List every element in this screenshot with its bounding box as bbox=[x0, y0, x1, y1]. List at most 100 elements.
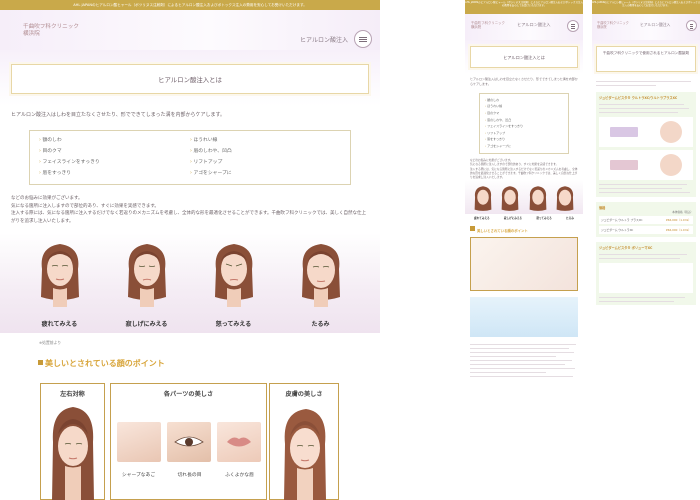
text-line bbox=[596, 85, 656, 86]
text-line bbox=[596, 81, 691, 82]
tired-face-illustration bbox=[40, 244, 79, 308]
mobile2-header-link[interactable]: ヒアルロン酸注入 bbox=[640, 22, 670, 28]
header-link-hyaluronic[interactable]: ヒアルロン酸注入 bbox=[300, 35, 348, 44]
face-photo bbox=[660, 121, 682, 144]
text-line bbox=[599, 258, 680, 260]
page: AHL JAPANのヒアルロン酸ヒャール（ボツリヌス注射剤）によるヒアルロン酸注… bbox=[0, 0, 700, 500]
text-line bbox=[599, 184, 688, 186]
mobile1-notice: AHL JAPANのヒアルロン酸ヒャール（ボツリヌス注射剤）によるヒアルロン酸注… bbox=[465, 0, 583, 14]
text-line bbox=[599, 112, 678, 114]
text-line bbox=[599, 192, 691, 194]
mobile2-product-image-2 bbox=[599, 150, 693, 181]
menu-button[interactable] bbox=[354, 30, 372, 48]
mobile2-header: 千曲吹フ科クリニック 横浜院 ヒアルロン酸注入 bbox=[592, 14, 700, 40]
menu-bar-icon bbox=[570, 24, 576, 25]
list-item: リフトアップ bbox=[485, 130, 563, 137]
sad-face-illustration bbox=[127, 244, 166, 308]
menu-bar-icon bbox=[570, 26, 576, 27]
mobile1-beauty-heading: 美しいとされている顔のポイント bbox=[465, 220, 583, 233]
effect-line1: などのお悩みに効果がございます。 bbox=[11, 196, 83, 202]
image-note: ※処置前より bbox=[39, 340, 62, 346]
text-line bbox=[599, 297, 686, 299]
mobile2-product-panel-1: ジュビダームビスタ® ウルトラXC/ウルトラプラスXC bbox=[596, 92, 696, 198]
mobile2-logo[interactable]: 千曲吹フ科クリニック 横浜院 bbox=[597, 21, 629, 29]
price-value: ¥66,000（1.0ml） bbox=[665, 228, 691, 233]
product-box-photo bbox=[610, 160, 638, 171]
mobile2-title-band: 千曲吹フ科クリニックで使用されるヒアルロン酸製剤 bbox=[592, 40, 700, 78]
caption-tired: 疲れてみえる bbox=[41, 321, 78, 329]
mobile1-header-link[interactable]: ヒアルロン酸注入 bbox=[517, 22, 550, 28]
list-item: 額のしわ bbox=[39, 137, 190, 146]
price-product-name: ジュビダーム ウルトラ プラスXC bbox=[601, 218, 643, 223]
concern-list: 額のしわ ほうれい線 目のクマ 眉のしわや、凹凸 フェイスラインをすっきり リフ… bbox=[29, 130, 351, 186]
mobile-preview-2: AHL JAPANのヒアルロン酸ヒャール（ボツリヌス注射剤）によるヒアルロン酸注… bbox=[592, 0, 700, 500]
mobile2-notice: AHL JAPANのヒアルロン酸ヒャール（ボツリヌス注射剤）によるヒアルロン酸注… bbox=[592, 0, 700, 14]
logo-line2: 横浜院 bbox=[23, 31, 40, 38]
mobile1-effect-line3: 注入する際には、気になる箇所に注入するだけでなく若返りのメカニズムを考慮し、全体… bbox=[470, 166, 578, 180]
list-item: 唇をすっきり bbox=[485, 136, 563, 143]
mobile1-points-panel bbox=[470, 236, 578, 291]
mobile2-intro-lines bbox=[592, 78, 700, 86]
site-header: 千曲吹フ科クリニック 横浜院 ヒアルロン酸注入 bbox=[0, 10, 380, 50]
mobile1-injection-diagram bbox=[470, 296, 578, 337]
text-line bbox=[470, 355, 557, 357]
mobile1-logo[interactable]: 千曲吹フ科クリニック 横浜院 bbox=[471, 21, 505, 30]
mobile1-text-lines bbox=[465, 337, 583, 377]
face-captions: 疲れてみえる 寂しげにみえる 怒ってみえる たるみ bbox=[0, 319, 380, 328]
beauty-points-heading: 美しいとされている顔のポイント bbox=[0, 358, 380, 369]
symmetry-title: 左右対称 bbox=[60, 391, 85, 398]
sagging-face-illustration bbox=[301, 244, 340, 308]
effect-text: などのお悩みに効果がございます。 気になる箇所に注入しますので部位的あり、すぐに… bbox=[0, 195, 380, 225]
mobile1-face-strip bbox=[465, 179, 583, 214]
mobile2-menu-button[interactable] bbox=[686, 20, 697, 31]
parts-beauty-title: 各パーツの美しさ bbox=[163, 391, 214, 398]
effect-line3: 注入する際には、気になる箇所に注入するだけでなく若返りのメカニズムを考慮し、全体… bbox=[11, 211, 367, 224]
text-line bbox=[599, 301, 675, 303]
eye-icon bbox=[174, 436, 204, 447]
list-item: 目のクマ bbox=[39, 148, 190, 157]
list-item: ほうれい線 bbox=[485, 103, 563, 110]
list-item: 額のしわ bbox=[485, 97, 563, 104]
title-band: ヒアルロン酸注入とは bbox=[0, 50, 380, 106]
intro-text: ヒアルロン酸注入はしわを目立たなくさせたり、形でできてしまった溝を内部からケアし… bbox=[11, 112, 226, 118]
text-line bbox=[470, 375, 573, 377]
list-item: 目のクマ bbox=[485, 110, 563, 117]
mobile1-concern-list: 額のしわ ほうれい線 目のクマ 眉のしわや、凹凸 フェイスラインをすっきり リフ… bbox=[479, 92, 569, 154]
caption-sad: 寂しげにみえる bbox=[503, 216, 522, 220]
mobile2-product-image-1 bbox=[599, 117, 693, 148]
angry-face-illustration bbox=[214, 244, 253, 308]
effect-line2: 気になる箇所に注入しますので部位的あり、すぐに効果を実感できます。 bbox=[11, 203, 159, 209]
menu-bar-icon bbox=[570, 28, 576, 29]
mobile-preview-1: AHL JAPANのヒアルロン酸ヒャール（ボツリヌス注射剤）によるヒアルロン酸注… bbox=[465, 0, 583, 500]
menu-bar-icon bbox=[359, 41, 367, 42]
lips-icon bbox=[227, 437, 251, 447]
clinic-logo[interactable]: 千曲吹フ科クリニック 横浜院 bbox=[23, 24, 79, 39]
caption-angry: 怒ってみえる bbox=[215, 321, 252, 329]
list-item: 眉のしわや、凹凸 bbox=[485, 117, 563, 124]
mobile1-title-band: ヒアルロン酸注入とは bbox=[465, 40, 583, 74]
list-item: 眉のしわや、凹凸 bbox=[190, 148, 341, 157]
mobile2-price-panel: 価格 本体価格（税込） ジュビダーム ウルトラ プラスXC ¥66,000（1.… bbox=[596, 202, 696, 238]
lips-photo bbox=[217, 422, 261, 462]
price-product-name: ジュビダーム ウルトラXC bbox=[601, 228, 634, 233]
tired-face-illustration bbox=[474, 186, 492, 211]
angry-face-illustration bbox=[529, 186, 547, 211]
symmetry-face-illustration bbox=[52, 407, 94, 500]
mobile2-logo-line2: 横浜院 bbox=[597, 25, 607, 30]
list-item: アゴをシャープに bbox=[190, 170, 341, 179]
eye-photo bbox=[167, 422, 211, 462]
mobile1-page-title: ヒアルロン酸注入とは bbox=[470, 46, 578, 68]
caption-sad: 寂しげにみえる bbox=[125, 321, 168, 329]
text-line bbox=[470, 359, 572, 361]
chin-label: シャープなあご bbox=[121, 473, 156, 478]
mobile1-menu-button[interactable] bbox=[567, 20, 579, 32]
mobile2-price-col-head: 本体価格（税込） bbox=[672, 211, 693, 215]
caption-angry: 怒ってみえる bbox=[536, 216, 552, 220]
text-line bbox=[470, 371, 546, 373]
mobile1-effect-text: などのお悩みに効果がございます。 気になる箇所に注入しますので部位的あり、すぐに… bbox=[465, 154, 583, 180]
price-value: ¥66,000（1.0ml） bbox=[665, 218, 691, 223]
mobile2-product-title-2: ジュビダームビスタ® ボリューマXC bbox=[599, 246, 653, 251]
product-box-photo bbox=[610, 127, 638, 138]
skin-face-illustration bbox=[284, 409, 326, 500]
parts-beauty-box: 各パーツの美しさ シャープなあご 切れ長の目 ふくよかな唇 bbox=[110, 383, 267, 500]
